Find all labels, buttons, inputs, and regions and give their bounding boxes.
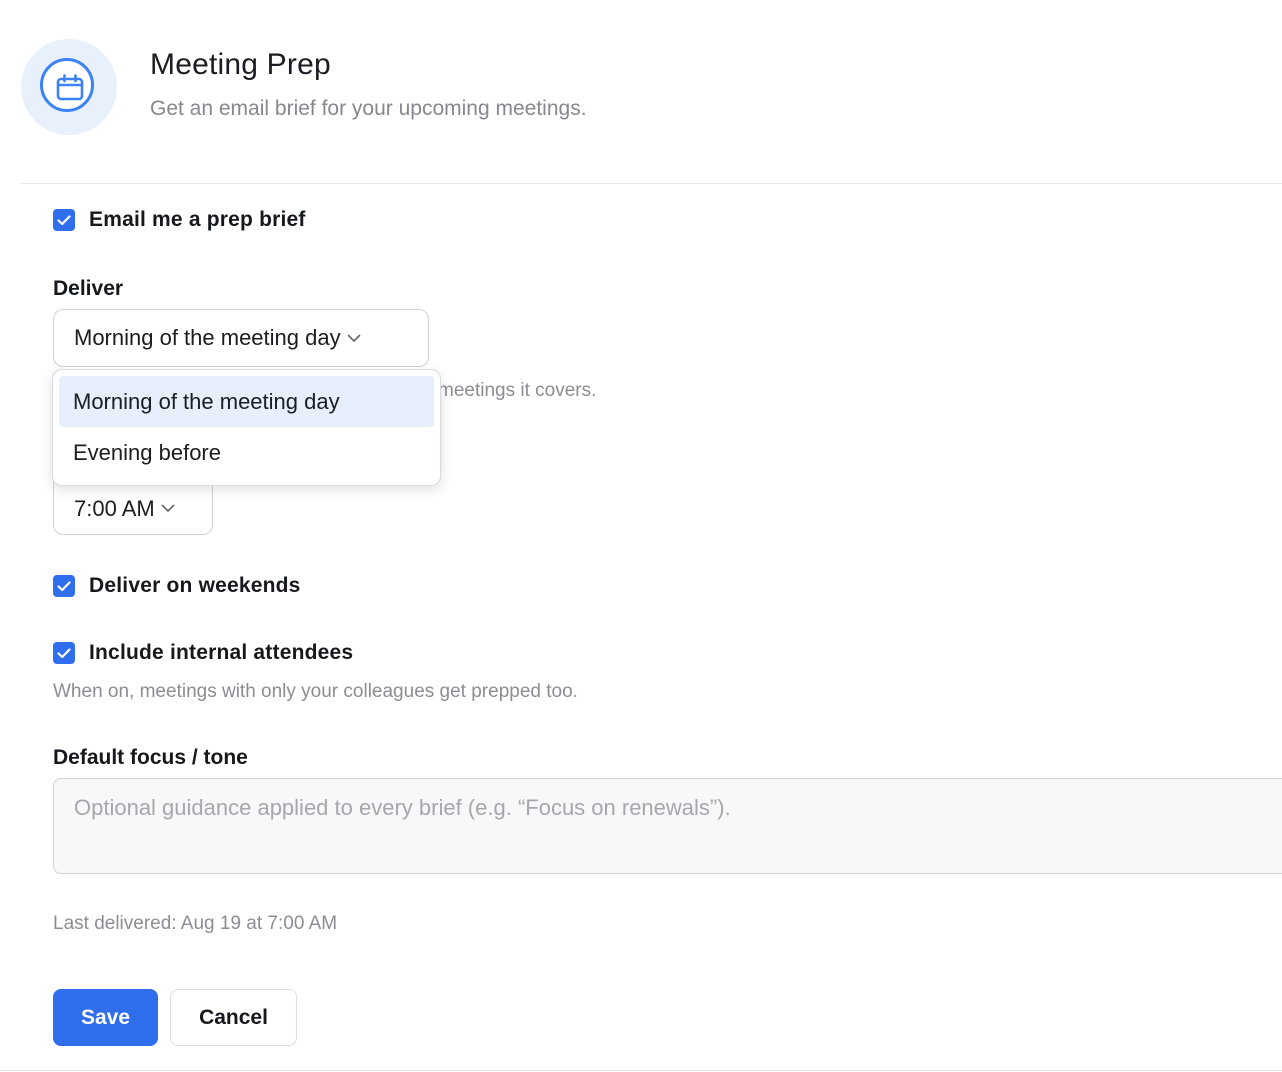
header-icon-badge bbox=[21, 39, 117, 135]
deliver-select-value: Morning of the meeting day bbox=[74, 325, 341, 350]
focus-textarea[interactable]: Optional guidance applied to every brief… bbox=[53, 778, 1282, 874]
focus-placeholder: Optional guidance applied to every brief… bbox=[74, 795, 731, 820]
time-select-value: 7:00 AM bbox=[74, 495, 155, 521]
cancel-button[interactable]: Cancel bbox=[170, 989, 297, 1046]
internal-attendees-toggle[interactable]: Include internal attendees bbox=[53, 641, 353, 665]
check-icon bbox=[57, 214, 71, 225]
meeting-prep-settings: Meeting Prep Get an email brief for your… bbox=[0, 0, 1282, 1072]
focus-label: Default focus / tone bbox=[53, 746, 248, 769]
deliver-dropdown-menu: Morning of the meeting day Evening befor… bbox=[52, 369, 441, 486]
weekends-checkbox[interactable] bbox=[53, 575, 75, 597]
email-brief-checkbox[interactable] bbox=[53, 209, 75, 231]
last-delivered-status: Last delivered: Aug 19 at 7:00 AM bbox=[53, 913, 338, 934]
email-brief-toggle[interactable]: Email me a prep brief bbox=[53, 208, 306, 232]
deliver-label: Deliver bbox=[53, 277, 124, 300]
internal-attendees-checkbox[interactable] bbox=[53, 642, 75, 664]
chevron-down-icon bbox=[347, 334, 361, 343]
weekends-label: Deliver on weekends bbox=[89, 574, 301, 597]
page-title: Meeting Prep bbox=[150, 48, 331, 81]
dropdown-option-morning[interactable]: Morning of the meeting day bbox=[59, 376, 434, 427]
check-icon bbox=[57, 647, 71, 658]
page-subtitle: Get an email brief for your upcoming mee… bbox=[150, 97, 587, 120]
check-icon bbox=[57, 580, 71, 591]
header-divider bbox=[21, 183, 1282, 184]
email-brief-label: Email me a prep brief bbox=[89, 208, 306, 231]
deliver-hint: meetings it covers. bbox=[438, 380, 597, 401]
chevron-down-icon bbox=[161, 504, 175, 513]
calendar-icon-ring bbox=[40, 58, 94, 112]
internal-attendees-hint: When on, meetings with only your colleag… bbox=[53, 681, 578, 702]
deliver-select[interactable]: Morning of the meeting day bbox=[53, 309, 429, 367]
calendar-icon bbox=[56, 74, 84, 101]
dropdown-option-evening[interactable]: Evening before bbox=[59, 427, 434, 478]
internal-attendees-label: Include internal attendees bbox=[89, 641, 354, 664]
bottom-divider bbox=[0, 1070, 1282, 1071]
save-button[interactable]: Save bbox=[53, 989, 158, 1046]
weekends-toggle[interactable]: Deliver on weekends bbox=[53, 574, 301, 598]
